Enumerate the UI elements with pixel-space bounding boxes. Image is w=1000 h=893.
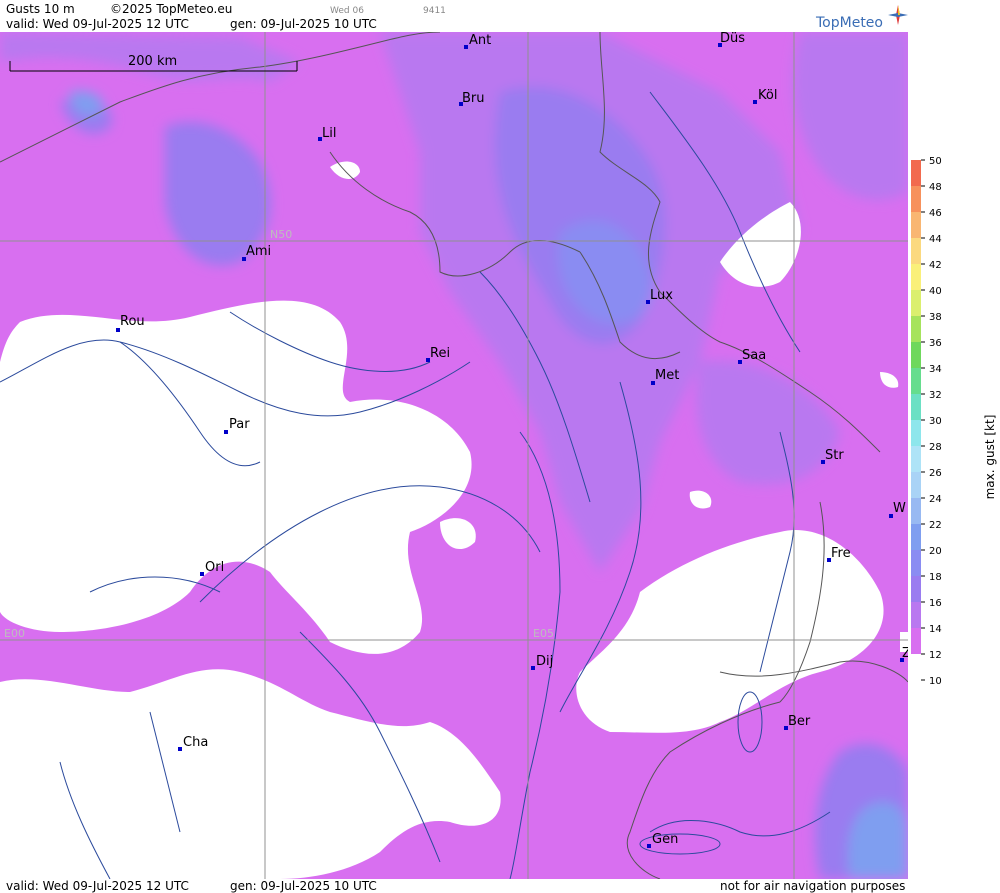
- city-label: W: [893, 501, 906, 516]
- legend-tick-label: 24: [929, 494, 942, 505]
- legend-tick-label: 34: [929, 364, 942, 375]
- legend-tick-label: 18: [929, 572, 942, 583]
- legend-color-box: [911, 628, 921, 654]
- legend-title: max. gust [kt]: [983, 415, 997, 500]
- legend-tick-label: 38: [929, 312, 942, 323]
- legend-color-box: [911, 498, 921, 524]
- footer-valid-time: valid: Wed 09-Jul-2025 12 UTC: [6, 879, 189, 893]
- legend-color-box: [911, 394, 921, 420]
- city-label: Ami: [246, 244, 271, 259]
- gust-map: N50 E00 E05 200 km Ant Düs Bru Köl Lil A…: [0, 32, 908, 879]
- city-label: Lux: [650, 288, 673, 303]
- legend-tick-label: 20: [929, 546, 942, 557]
- city-label: Bru: [462, 91, 485, 106]
- legend-color-box: [911, 446, 921, 472]
- city-marker: [753, 100, 757, 104]
- color-legend: 50 48 46 44 42 40 38 36 34 32 30 28 26 24 22 20 18 16 14 12…: [911, 156, 997, 687]
- city-marker: [531, 666, 535, 670]
- legend-color-box: [911, 368, 921, 394]
- legend-tick-label: 32: [929, 390, 942, 401]
- legend-color-box: [911, 654, 921, 680]
- city-label: Gen: [652, 832, 678, 847]
- city-label: Dij: [536, 654, 553, 669]
- legend-tick-label: 50: [929, 156, 942, 167]
- day-mark: Wed 06: [330, 6, 364, 16]
- legend-tick-label: 16: [929, 598, 942, 609]
- city-label: Rou: [120, 314, 145, 329]
- city-label: Saa: [742, 348, 766, 363]
- legend-tick-label: 42: [929, 260, 942, 271]
- legend-tick-label: 40: [929, 286, 942, 297]
- legend-color-box: [911, 602, 921, 628]
- legend-color-box: [911, 290, 921, 316]
- grid-label-n50: N50: [270, 228, 292, 241]
- city-label: Köl: [758, 88, 777, 103]
- legend-tick-label: 14: [929, 624, 942, 635]
- legend-color-box: [911, 576, 921, 602]
- generated-time: gen: 09-Jul-2025 10 UTC: [230, 17, 377, 31]
- compass-logo-icon: [888, 5, 908, 25]
- legend-color-box: [911, 524, 921, 550]
- city-label: Par: [229, 417, 250, 432]
- legend-color-box: [911, 212, 921, 238]
- city-marker: [464, 45, 468, 49]
- legend-tick-label: 28: [929, 442, 942, 453]
- city-label: Düs: [720, 32, 745, 46]
- footer-disclaimer: not for air navigation purposes: [720, 879, 906, 893]
- city-label: Str: [825, 448, 844, 463]
- city-label: Ber: [788, 714, 811, 729]
- legend-tick-label: 44: [929, 234, 942, 245]
- city-marker: [224, 430, 228, 434]
- city-label: Ant: [469, 33, 491, 48]
- code-mark: 9411: [423, 6, 446, 16]
- map-title: Gusts 10 m: [6, 2, 75, 16]
- city-label: Fre: [831, 546, 851, 561]
- legend-color-box: [911, 316, 921, 342]
- grid-label-e05: E05: [533, 627, 554, 640]
- valid-time: valid: Wed 09-Jul-2025 12 UTC: [6, 17, 189, 31]
- legend-tick-label: 26: [929, 468, 942, 479]
- city-label: Cha: [183, 735, 208, 750]
- city-marker: [178, 747, 182, 751]
- legend-tick-label: 36: [929, 338, 942, 349]
- legend-tick-label: 48: [929, 182, 942, 193]
- legend-tick-label: 46: [929, 208, 942, 219]
- legend-color-box: [911, 186, 921, 212]
- city-label: Lil: [322, 126, 336, 141]
- legend-color-box: [911, 264, 921, 290]
- legend-color-box: [911, 472, 921, 498]
- city-label: Met: [655, 368, 679, 383]
- footer-generated-time: gen: 09-Jul-2025 10 UTC: [230, 879, 377, 893]
- legend-color-box: [911, 342, 921, 368]
- legend-color-box: [911, 550, 921, 576]
- brand-name: TopMeteo: [816, 15, 883, 31]
- city-label: Rei: [430, 346, 450, 361]
- legend-tick-label: 30: [929, 416, 942, 427]
- city-marker: [647, 844, 651, 848]
- legend-color-box: [911, 160, 921, 186]
- scale-bar-label: 200 km: [128, 54, 177, 69]
- legend-tick-label: 10: [929, 676, 942, 687]
- city-marker: [200, 572, 204, 576]
- legend-tick-label: 12: [929, 650, 942, 661]
- legend-tick-label: 22: [929, 520, 942, 531]
- legend-color-box: [911, 238, 921, 264]
- city-label: Orl: [205, 560, 224, 575]
- grid-label-e00: E00: [4, 627, 25, 640]
- legend-color-box: [911, 420, 921, 446]
- copyright: ©2025 TopMeteo.eu: [110, 2, 233, 16]
